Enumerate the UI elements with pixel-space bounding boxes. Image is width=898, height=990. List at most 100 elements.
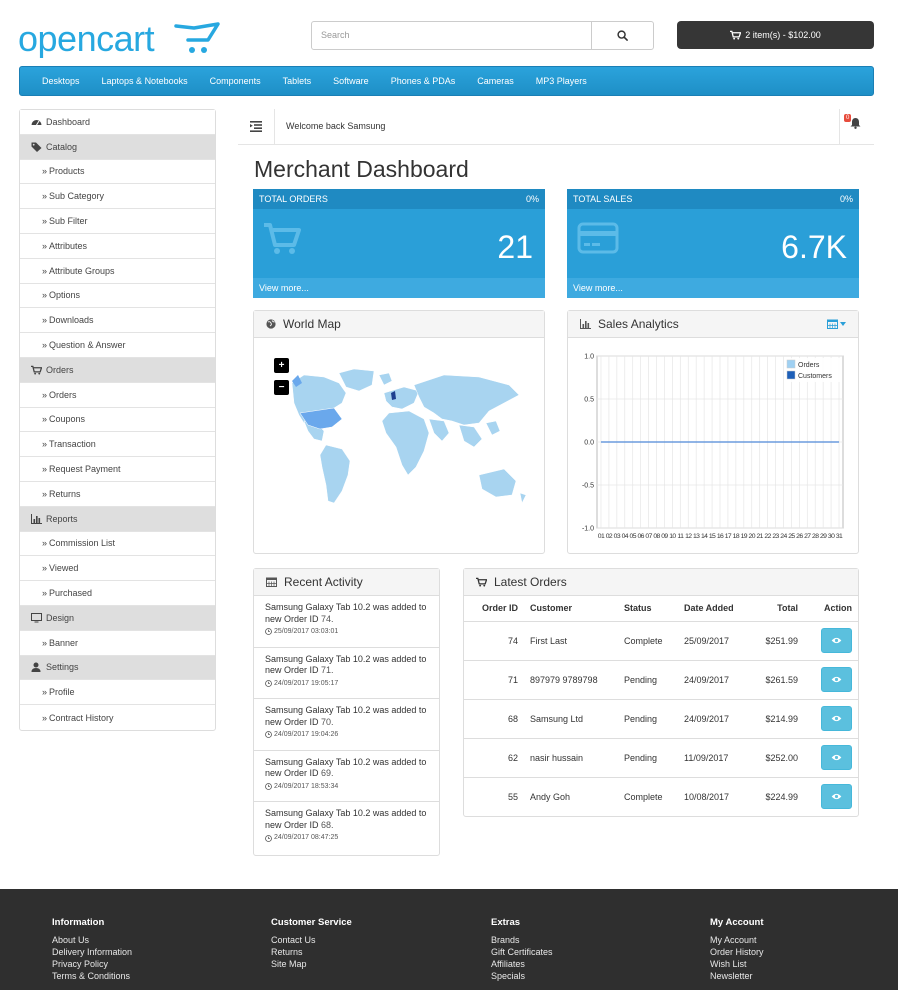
view-order-button[interactable] <box>821 667 852 692</box>
bell-icon[interactable] <box>850 117 861 129</box>
sidebar-section-dashboard[interactable]: Dashboard <box>20 110 215 135</box>
caret-down-icon <box>840 322 846 326</box>
sidebar-item-commission-list[interactable]: » Commission List <box>20 532 215 557</box>
world-map[interactable] <box>264 363 534 533</box>
menu-toggle-icon[interactable] <box>250 120 262 132</box>
sidebar-item-products[interactable]: » Products <box>20 160 215 185</box>
tile-title: TOTAL ORDERS <box>259 194 328 204</box>
date-cell: 11/09/2017 <box>678 738 756 778</box>
sidebar-item-question-answer[interactable]: » Question & Answer <box>20 333 215 358</box>
x-tick-label: 24 <box>780 533 787 540</box>
column-header: Order ID <box>464 596 524 622</box>
double-chevron-right-icon: » <box>42 290 48 301</box>
sidebar-item-profile[interactable]: » Profile <box>20 680 215 706</box>
activity-order-id[interactable]: 71. <box>321 665 334 675</box>
sidebar-item-viewed[interactable]: » Viewed <box>20 556 215 582</box>
view-more-link[interactable]: View more... <box>253 278 545 298</box>
table-row: 55 Andy Goh Complete 10/08/2017 $224.99 <box>464 777 858 816</box>
footer-column-my-account: My Account My Account Order History Wish Li… <box>710 917 764 982</box>
nav-phones-pdas[interactable]: Phones & PDAs <box>380 76 467 86</box>
footer-heading: Extras <box>491 917 521 928</box>
sidebar-item-downloads[interactable]: » Downloads <box>20 308 215 334</box>
footer-link[interactable]: Site Map <box>271 958 352 970</box>
sidebar-item-coupons[interactable]: » Coupons <box>20 408 215 433</box>
footer-link[interactable]: Brands <box>491 934 553 946</box>
footer-link[interactable]: Terms & Conditions <box>52 970 132 982</box>
view-more-link[interactable]: View more... <box>567 278 859 298</box>
double-chevron-right-icon: » <box>42 240 48 251</box>
footer-link[interactable]: Order History <box>710 946 764 958</box>
sidebar-menu: Dashboard Catalog» Products» Sub Category» S… <box>19 109 216 731</box>
legend-label: Orders <box>798 362 820 369</box>
logo-text: opencart <box>18 20 155 58</box>
footer-link[interactable]: Privacy Policy <box>52 958 132 970</box>
view-order-button[interactable] <box>821 628 852 653</box>
sidebar-item-contract-history[interactable]: » Contract History <box>20 705 215 730</box>
sidebar-item-transaction[interactable]: » Transaction <box>20 432 215 458</box>
panel-title: World Map <box>283 317 341 331</box>
double-chevron-right-icon: » <box>42 488 48 499</box>
footer-link[interactable]: Returns <box>271 946 352 958</box>
nav-mp3-players[interactable]: MP3 Players <box>525 76 598 86</box>
y-tick-label: 1.0 <box>584 354 594 361</box>
sidebar-item-banner[interactable]: » Banner <box>20 631 215 656</box>
sidebar-item-request-payment[interactable]: » Request Payment <box>20 457 215 482</box>
activity-order-id[interactable]: 69. <box>321 768 334 778</box>
activity-order-id[interactable]: 70. <box>321 717 334 727</box>
sidebar-item-returns[interactable]: » Returns <box>20 482 215 507</box>
sidebar-item-sub-filter[interactable]: » Sub Filter <box>20 209 215 234</box>
calendar-icon <box>827 319 838 329</box>
footer-link[interactable]: Wish List <box>710 958 764 970</box>
sidebar-section-orders[interactable]: Orders <box>20 357 215 383</box>
view-order-button[interactable] <box>821 745 852 770</box>
customer-cell: Samsung Ltd <box>524 699 618 739</box>
column-header: Customer <box>524 596 618 622</box>
sidebar-item-sub-category[interactable]: » Sub Category <box>20 184 215 210</box>
column-header: Action <box>804 596 858 622</box>
double-chevron-right-icon: » <box>42 315 48 326</box>
footer-link[interactable]: About Us <box>52 934 132 946</box>
view-order-button[interactable] <box>821 706 852 731</box>
search-button[interactable] <box>591 21 654 50</box>
footer-link[interactable]: Contact Us <box>271 934 352 946</box>
x-tick-label: 19 <box>741 533 748 540</box>
nav-components[interactable]: Components <box>199 76 272 86</box>
table-row: 74 First Last Complete 25/09/2017 $251.99 <box>464 621 858 661</box>
sidebar-item-attribute-groups[interactable]: » Attribute Groups <box>20 259 215 284</box>
calendar-dropdown[interactable] <box>827 319 846 329</box>
sales-analytics-panel: Sales Analytics 1.0 0.5 0.0 -0.5 -1.0 01 02 03 0… <box>567 310 859 554</box>
search-input[interactable]: Search <box>311 21 592 50</box>
sidebar-item-options[interactable]: » Options <box>20 284 215 309</box>
column-header: Total <box>756 596 804 622</box>
view-order-button[interactable] <box>821 784 852 810</box>
opencart-logo[interactable]: opencart <box>18 18 223 59</box>
sidebar-item-purchased[interactable]: » Purchased <box>20 581 215 606</box>
activity-order-id[interactable]: 74. <box>321 614 334 624</box>
footer-link[interactable]: Specials <box>491 970 553 982</box>
footer-link[interactable]: Newsletter <box>710 970 764 982</box>
legend-swatch <box>786 359 796 369</box>
status-cell: Pending <box>618 699 678 739</box>
sidebar-section-settings[interactable]: Settings <box>20 655 215 681</box>
latest-orders-table: Order ID Customer Status Date Added Tota… <box>464 596 858 816</box>
footer-link[interactable]: Delivery Information <box>52 946 132 958</box>
sidebar-section-reports[interactable]: Reports <box>20 506 215 532</box>
nav-software[interactable]: Software <box>322 76 380 86</box>
activity-order-id[interactable]: 68. <box>321 820 334 830</box>
sidebar-label: Profile <box>49 687 75 698</box>
x-tick-label: 20 <box>749 533 756 540</box>
x-tick-label: 27 <box>804 533 811 540</box>
nav-cameras[interactable]: Cameras <box>466 76 525 86</box>
nav-desktops[interactable]: Desktops <box>31 76 91 86</box>
sidebar-section-catalog[interactable]: Catalog <box>20 134 215 160</box>
footer-link[interactable]: Gift Certificates <box>491 946 553 958</box>
sidebar-section-design[interactable]: Design <box>20 605 215 631</box>
cart-button[interactable]: 2 item(s) - $102.00 <box>677 21 874 49</box>
nav-laptops-notebooks[interactable]: Laptops & Notebooks <box>91 76 199 86</box>
footer-link[interactable]: My Account <box>710 934 764 946</box>
footer-link[interactable]: Affiliates <box>491 958 553 970</box>
nav-tablets[interactable]: Tablets <box>272 76 323 86</box>
sidebar-item-attributes[interactable]: » Attributes <box>20 234 215 259</box>
status-cell: Complete <box>624 791 663 802</box>
sidebar-item-orders[interactable]: » Orders <box>20 383 215 408</box>
